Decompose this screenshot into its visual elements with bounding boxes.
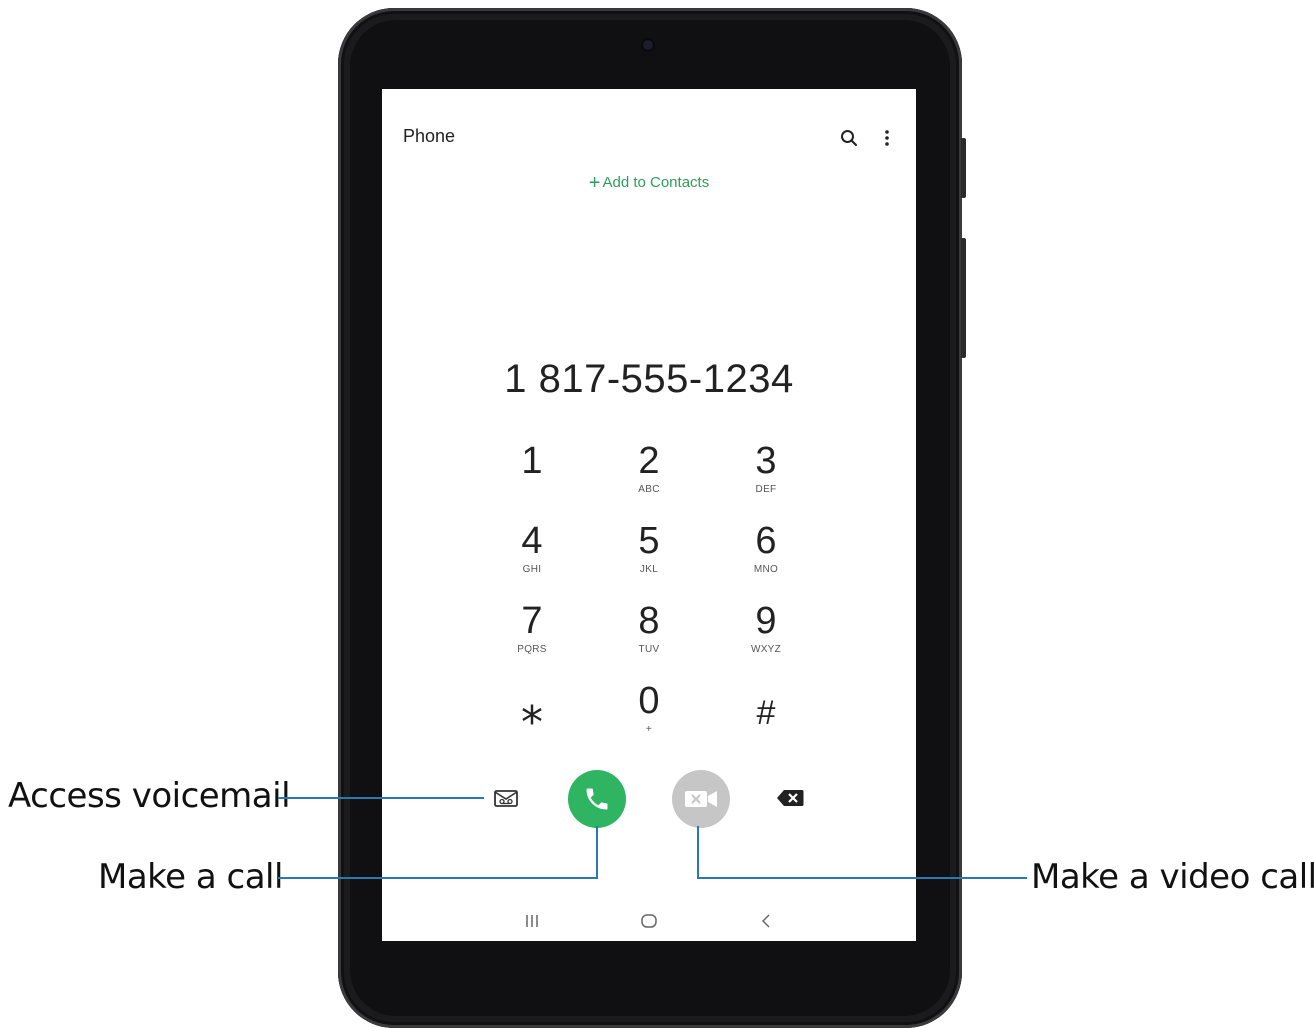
home-icon[interactable] — [629, 909, 669, 933]
key-star[interactable]: ⁎ — [482, 684, 582, 759]
callout-line-call-h — [278, 877, 598, 879]
key-digit: 1 — [521, 440, 543, 482]
key-digit: ⁎ — [521, 684, 543, 733]
key-0[interactable]: 0 + — [599, 681, 699, 751]
phone-icon — [586, 788, 608, 810]
key-digit: 8 — [638, 600, 660, 642]
video-camera-icon — [685, 791, 717, 807]
key-3[interactable]: 3 DEF — [716, 441, 816, 511]
callout-video: Make a video call — [1031, 857, 1314, 897]
add-to-contacts-button[interactable]: + Add to Contacts — [382, 172, 916, 195]
key-digit: 4 — [521, 520, 543, 562]
key-digit: 3 — [755, 440, 777, 482]
key-7[interactable]: 7 PQRS — [482, 601, 582, 671]
key-digit: 0 — [638, 680, 660, 722]
callout-call: Make a call — [98, 857, 283, 897]
plus-icon: + — [588, 172, 601, 194]
voicemail-button[interactable] — [494, 786, 518, 810]
dialed-number: 1 817-555-1234 — [504, 357, 794, 401]
key-digit: 9 — [755, 600, 777, 642]
back-icon[interactable] — [746, 909, 786, 933]
key-letters: TUV — [638, 644, 660, 655]
search-icon[interactable] — [838, 127, 860, 149]
key-8[interactable]: 8 TUV — [599, 601, 699, 671]
power-button — [961, 238, 966, 358]
key-4[interactable]: 4 GHI — [482, 521, 582, 591]
callout-line-video-v — [697, 826, 699, 879]
key-digit: 7 — [521, 600, 543, 642]
callout-voicemail: Access voicemail — [8, 776, 291, 816]
key-hash[interactable]: # — [716, 693, 816, 763]
front-camera — [643, 40, 653, 50]
key-letters: MNO — [753, 564, 779, 575]
key-letters: WXYZ — [750, 644, 782, 655]
phone-screen: Phone + Add to Contacts 1 817-555-1234 1 … — [382, 89, 916, 941]
key-letters: JKL — [639, 564, 659, 575]
key-letters: ABC — [638, 484, 660, 495]
key-letters: + — [645, 724, 653, 735]
key-digit: 2 — [638, 440, 660, 482]
volume-button — [961, 138, 966, 198]
voicemail-icon — [494, 790, 518, 807]
add-to-contacts-label: Add to Contacts — [602, 174, 710, 191]
recents-icon[interactable] — [512, 909, 552, 933]
video-call-button[interactable] — [672, 770, 730, 828]
backspace-button[interactable] — [776, 788, 804, 808]
key-1[interactable]: 1 — [482, 441, 582, 511]
callout-line-voicemail — [278, 797, 484, 799]
callout-line-call-v — [596, 826, 598, 879]
key-6[interactable]: 6 MNO — [716, 521, 816, 591]
call-button[interactable] — [568, 770, 626, 828]
key-9[interactable]: 9 WXYZ — [716, 601, 816, 671]
more-options-icon[interactable] — [876, 127, 898, 149]
key-letters: GHI — [522, 564, 542, 575]
key-digit: 6 — [755, 520, 777, 562]
key-2[interactable]: 2 ABC — [599, 441, 699, 511]
key-5[interactable]: 5 JKL — [599, 521, 699, 591]
key-letters: DEF — [755, 484, 777, 495]
key-digit: 5 — [638, 520, 660, 562]
backspace-icon — [777, 790, 804, 806]
key-letters: PQRS — [517, 644, 547, 655]
app-title: Phone — [403, 126, 456, 146]
callout-line-video-h — [697, 877, 1027, 879]
key-digit: # — [756, 694, 776, 732]
